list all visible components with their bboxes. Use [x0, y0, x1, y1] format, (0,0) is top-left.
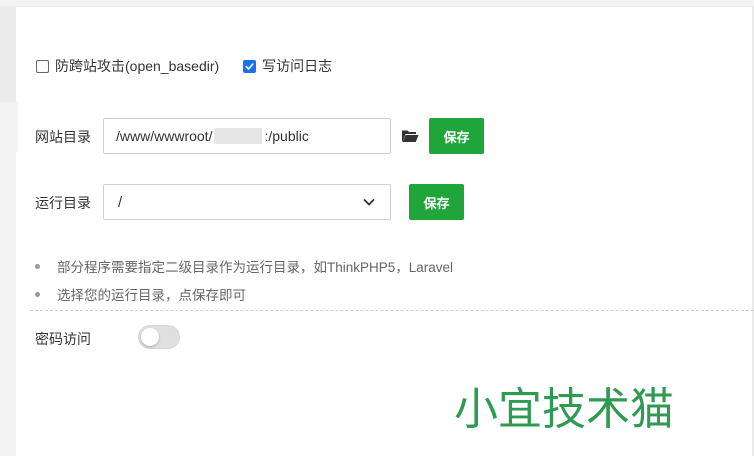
checkmark-icon [245, 62, 254, 70]
watermark-logo: 小宜技术猫 [454, 384, 674, 432]
run-dir-label: 运行目录 [35, 195, 91, 211]
left-panel-notch [16, 102, 18, 152]
anti-crosssite-checkbox[interactable] [36, 59, 49, 73]
password-access-label: 密码访问 [35, 331, 91, 347]
run-dir-save-button[interactable]: 保存 [409, 184, 464, 220]
watermark-text: 小宜技术猫 [454, 384, 674, 432]
list-item: 部分程序需要指定二级目录作为运行目录，如ThinkPHP5，Laravel [34, 252, 453, 280]
chevron-down-icon [363, 199, 375, 206]
tip-text: 选择您的运行目录，点保存即可 [57, 288, 246, 303]
site-dir-value-suffix: :/public [264, 128, 309, 144]
access-log-checkbox[interactable] [243, 59, 257, 73]
folder-open-icon[interactable] [401, 128, 419, 144]
bullet-icon [35, 263, 40, 269]
site-dir-save-button[interactable]: 保存 [429, 118, 484, 154]
top-bar [0, 0, 754, 7]
redacted-path-segment [214, 128, 263, 144]
password-access-toggle[interactable] [138, 325, 180, 349]
options-row: 防跨站攻击(open_basedir) 写访问日志 [36, 56, 332, 76]
site-dir-input[interactable]: /www/wwwroot/ :/public [103, 118, 391, 154]
anti-crosssite-label[interactable]: 防跨站攻击(open_basedir) [55, 56, 219, 76]
access-log-label[interactable]: 写访问日志 [262, 56, 332, 76]
site-dir-value-prefix: /www/wwwroot/ [116, 128, 213, 144]
dashed-divider [30, 310, 754, 311]
tip-text: 部分程序需要指定二级目录作为运行目录，如ThinkPHP5，Laravel [57, 260, 454, 275]
left-panel-edge-lower [0, 102, 16, 456]
site-dir-label: 网站目录 [35, 129, 91, 145]
bullet-icon [35, 291, 40, 297]
toggle-knob [141, 328, 159, 346]
run-dir-select[interactable]: / [103, 184, 391, 220]
list-item: 选择您的运行目录，点保存即可 [34, 280, 453, 308]
left-panel-edge [0, 6, 16, 102]
tips-list: 部分程序需要指定二级目录作为运行目录，如ThinkPHP5，Laravel 选择… [34, 252, 453, 308]
run-dir-selected-value: / [118, 193, 123, 211]
